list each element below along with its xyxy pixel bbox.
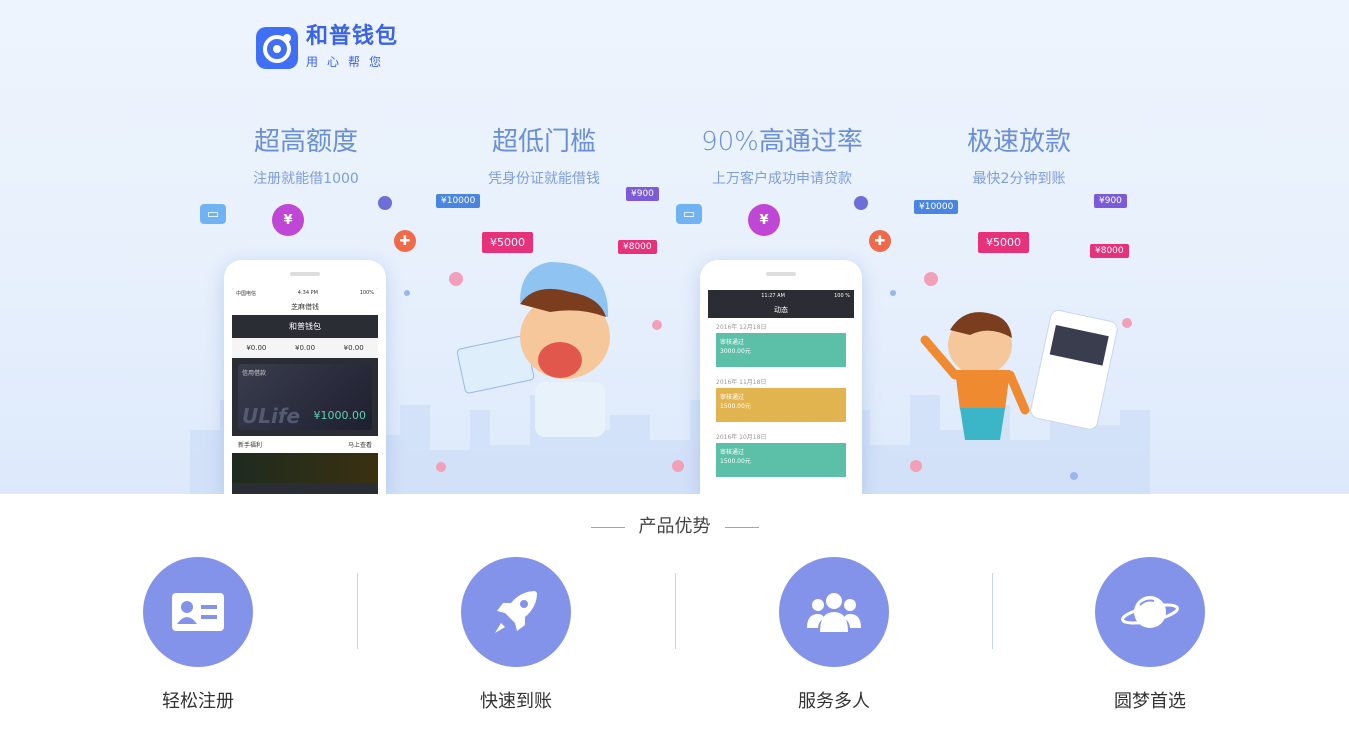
- advantage-circle: [461, 557, 571, 667]
- record-status: 审核通过: [720, 394, 745, 401]
- feature-low-threshold: 超低门槛 凭身份证就能借钱: [434, 126, 654, 188]
- advantage-circle: [143, 557, 253, 667]
- decor-dot: [924, 272, 938, 286]
- card-brand: ULife: [242, 404, 301, 428]
- advantage-first-choice: 圆梦首选: [1095, 557, 1205, 712]
- feature-subtitle: 注册就能借1000: [253, 171, 359, 187]
- record-date: 2016年 10月18日: [716, 434, 767, 441]
- section-heading: 产品优势: [0, 512, 1349, 538]
- advantage-circle: [1095, 557, 1205, 667]
- feature-fast-loan: 极速放款 最快2分钟到账: [909, 126, 1129, 188]
- phone-mockup-home: 中国电信 4:34 PM 100% 芝麻借钱 和普钱包 ¥0.00 ¥0.00 …: [224, 260, 386, 494]
- mascot-illustration: [456, 262, 610, 437]
- feature-subtitle: 最快2分钟到账: [972, 171, 1066, 187]
- advantage-label: 快速到账: [480, 691, 552, 712]
- gift-icon: ✚: [394, 230, 416, 252]
- heading-line-left: [590, 526, 625, 528]
- decor-dot: [672, 460, 684, 472]
- hero-banner: 和普钱包 用心帮您 超高额度 注册就能借1000 超低门槛 凭身份证就能借钱 9…: [0, 0, 1349, 494]
- phone-speaker: [290, 272, 320, 276]
- card-label: 信用借款: [242, 370, 267, 377]
- advantage-label: 服务多人: [798, 691, 870, 712]
- amount-tag: ¥900: [626, 187, 659, 201]
- brand-logo[interactable]: 和普钱包 用心帮您: [256, 25, 398, 70]
- record-amount: 3000.00元: [720, 348, 751, 355]
- id-card-icon: [172, 593, 224, 631]
- feature-title: 极速放款: [966, 127, 1071, 157]
- phone-mockup-records: 11:27 AM 100 % 动态 2016年 12月18日 审核通过 3000…: [700, 260, 862, 494]
- advantage-fast-arrival: 快速到账: [461, 557, 571, 712]
- users-icon: [807, 593, 861, 632]
- decor-dot: [890, 290, 896, 296]
- phone-title: 动态: [708, 302, 854, 318]
- amount-tag: ¥5000: [978, 232, 1029, 253]
- feature-title: 90%高通过率: [701, 127, 863, 157]
- record-status: 审核通过: [720, 339, 745, 346]
- status-battery: 100 %: [834, 293, 850, 299]
- card-amount: ¥1000.00: [313, 409, 367, 422]
- advantage-label: 圆梦首选: [1114, 691, 1186, 712]
- decor-dot: [404, 290, 410, 296]
- feature-high-limit: 超高额度 注册就能借1000: [196, 126, 416, 188]
- record-card: 审核通过 1500.00元: [716, 388, 846, 422]
- divider: [357, 573, 358, 649]
- phone-title: 芝麻借钱: [232, 299, 378, 315]
- record-amount: 1500.00元: [720, 403, 751, 410]
- amount-tag: ¥10000: [914, 200, 959, 214]
- heading-line-right: [724, 526, 759, 528]
- decor-dot: [910, 460, 922, 472]
- list-item-action: 马上查看: [347, 442, 372, 449]
- amount-tag: ¥8000: [618, 240, 657, 254]
- list-item-label: 新手福利: [238, 442, 263, 449]
- decor-dot: [1070, 472, 1078, 480]
- planet-icon: [1121, 596, 1179, 628]
- record-status: 审核通过: [720, 449, 745, 456]
- stat-value: ¥0.00: [294, 344, 316, 352]
- status-battery: 100%: [359, 290, 374, 296]
- status-time: 4:34 PM: [297, 290, 318, 296]
- divider: [992, 573, 993, 649]
- decor-dot: [652, 320, 662, 330]
- yuan-coin-icon: ¥: [272, 204, 304, 236]
- feature-subtitle: 上万客户成功申请贷款: [712, 171, 852, 187]
- logo-icon: [256, 26, 298, 69]
- badge-icon: [854, 196, 868, 210]
- advantage-label: 轻松注册: [162, 691, 234, 712]
- brand-slogan: 用心帮您: [306, 55, 391, 69]
- amount-tag: ¥900: [1094, 194, 1127, 208]
- stat-value: ¥0.00: [246, 344, 267, 352]
- divider: [675, 573, 676, 649]
- advantage-many-users: 服务多人: [779, 557, 889, 712]
- advantage-circle: [779, 557, 889, 667]
- card-icon: ▭: [200, 204, 226, 224]
- status-carrier: 中国电信: [236, 291, 257, 297]
- advantage-easy-register: 轻松注册: [143, 557, 253, 712]
- decor-dot: [436, 462, 446, 472]
- amount-tag: ¥10000: [436, 194, 481, 208]
- app-header: 和普钱包: [289, 322, 321, 331]
- record-card: 审核通过 3000.00元: [716, 333, 846, 367]
- amount-tag: ¥8000: [1090, 244, 1129, 258]
- rocket-icon: [495, 591, 537, 633]
- promo-banner: [232, 453, 378, 483]
- stat-value: ¥0.00: [343, 344, 364, 352]
- status-time: 11:27 AM: [761, 293, 785, 299]
- gift-icon: ✚: [869, 230, 891, 252]
- jumping-mascot-illustration: [920, 309, 1118, 440]
- record-amount: 1500.00元: [720, 458, 751, 465]
- brand-name: 和普钱包: [306, 24, 399, 49]
- card-icon: ▭: [676, 204, 702, 224]
- section-title-text: 产品优势: [638, 516, 711, 537]
- badge-icon: [378, 196, 392, 210]
- record-card: 审核通过 1500.00元: [716, 443, 846, 477]
- feature-title: 超低门槛: [491, 127, 596, 157]
- feature-title: 超高额度: [253, 127, 358, 157]
- record-date: 2016年 11月18日: [716, 379, 767, 386]
- record-date: 2016年 12月18日: [716, 324, 767, 331]
- phone-speaker: [766, 272, 796, 276]
- feature-pass-rate: 90%高通过率 上万客户成功申请贷款: [672, 126, 892, 188]
- yuan-coin-icon: ¥: [748, 204, 780, 236]
- amount-tag: ¥5000: [482, 232, 533, 253]
- feature-subtitle: 凭身份证就能借钱: [488, 171, 600, 187]
